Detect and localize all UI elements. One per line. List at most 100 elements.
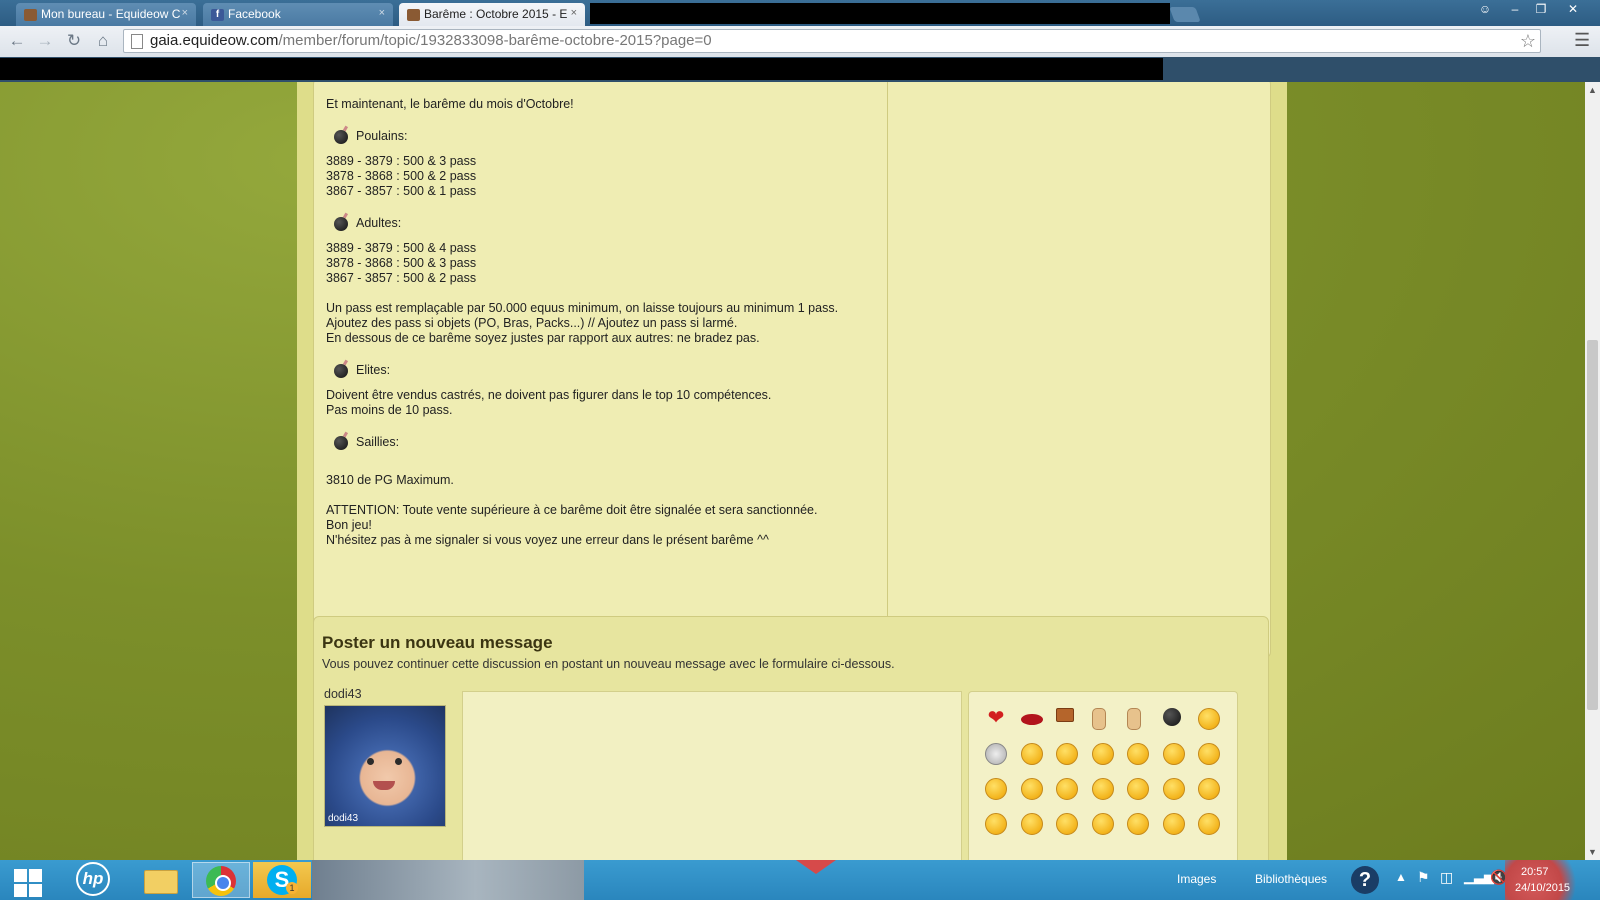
show-hidden-icons-icon[interactable]: ▲ bbox=[1395, 870, 1407, 884]
reply-form: Poster un nouveau message Vous pouvez co… bbox=[313, 616, 1269, 860]
star-icon[interactable]: ☆ bbox=[1520, 30, 1536, 52]
close-tab-icon[interactable]: × bbox=[571, 7, 577, 19]
windows-start-button[interactable] bbox=[6, 862, 46, 898]
restore-button[interactable]: ❐ bbox=[1528, 0, 1554, 18]
new-tab-button[interactable] bbox=[1169, 7, 1201, 22]
home-icon[interactable]: ⌂ bbox=[92, 30, 114, 52]
section-header-saillies: Saillies: bbox=[334, 435, 866, 450]
chrome-icon[interactable] bbox=[192, 862, 250, 898]
close-tab-icon[interactable]: × bbox=[379, 7, 385, 19]
username: dodi43 bbox=[324, 687, 362, 701]
post-body: Et maintenant, le barême du mois d'Octob… bbox=[326, 97, 866, 548]
url-path: /member/forum/topic/1932833098-barême-oc… bbox=[278, 32, 712, 49]
shocked-icon[interactable] bbox=[985, 813, 1007, 835]
mad-icon[interactable] bbox=[1198, 778, 1220, 800]
forward-arrow-icon[interactable]: → bbox=[34, 30, 56, 52]
big-laugh-icon[interactable] bbox=[1162, 813, 1185, 835]
thumbs-up-icon[interactable] bbox=[1091, 708, 1106, 730]
file-explorer-icon[interactable] bbox=[138, 862, 182, 898]
horse-favicon-icon bbox=[407, 9, 420, 21]
collapse-arrow-icon[interactable] bbox=[796, 860, 836, 894]
system-clock[interactable]: 20:57 24/10/2015 bbox=[1505, 860, 1600, 900]
reply-form-title: Poster un nouveau message bbox=[322, 633, 553, 652]
section-title: Elites: bbox=[356, 363, 391, 377]
thinking-icon[interactable] bbox=[1091, 813, 1114, 835]
back-arrow-icon[interactable]: ← bbox=[6, 30, 28, 52]
windows-logo-pane bbox=[29, 869, 42, 882]
action-center-icon[interactable]: ⚑ bbox=[1417, 869, 1430, 886]
hp-app-icon[interactable]: hp bbox=[76, 862, 116, 898]
taskbar-wallpaper-area bbox=[312, 860, 584, 900]
user-profile-icon[interactable]: ☺ bbox=[1472, 0, 1498, 18]
hamburger-menu-icon[interactable]: ☰ bbox=[1574, 30, 1590, 51]
windows-logo-pane bbox=[14, 884, 27, 897]
laugh-icon[interactable] bbox=[1127, 743, 1149, 765]
clock-time: 20:57 bbox=[1521, 866, 1549, 878]
tab-bareme-octobre[interactable]: Barême : Octobre 2015 - E × bbox=[399, 3, 585, 26]
horse-favicon-icon bbox=[24, 9, 37, 21]
scroll-thumb[interactable] bbox=[1587, 340, 1598, 710]
cry-laugh-icon[interactable] bbox=[1127, 813, 1149, 835]
tongue-icon[interactable] bbox=[1198, 743, 1220, 765]
section-title: Poulains: bbox=[356, 129, 408, 143]
device-icon[interactable]: ◫ bbox=[1440, 869, 1453, 886]
reload-icon[interactable]: ↻ bbox=[63, 30, 85, 52]
worried-icon[interactable] bbox=[1162, 778, 1185, 800]
minimize-button[interactable]: – bbox=[1502, 0, 1528, 18]
price-line: 3878 - 3868 : 500 & 2 pass bbox=[326, 169, 477, 183]
thumbs-down-icon[interactable] bbox=[1127, 708, 1141, 730]
bomb-icon bbox=[334, 216, 348, 231]
avatar-caption: dodi43 bbox=[328, 813, 359, 824]
tab-equideow-bureau[interactable]: Mon bureau - Equideow C × bbox=[16, 3, 196, 26]
saillie-line: 3810 de PG Maximum. bbox=[326, 473, 454, 487]
grin-icon[interactable] bbox=[1020, 743, 1043, 765]
confused-icon[interactable] bbox=[1020, 813, 1043, 835]
heart-icon[interactable]: ❤ bbox=[985, 708, 1007, 730]
sick-icon[interactable] bbox=[1198, 813, 1220, 835]
surprised-icon[interactable] bbox=[1127, 778, 1149, 800]
help-icon[interactable]: ? bbox=[1351, 866, 1379, 894]
page-scrollbar[interactable]: ▲ ▼ bbox=[1585, 82, 1600, 860]
avatar[interactable]: dodi43 bbox=[324, 705, 446, 827]
price-line: 3878 - 3868 : 500 & 3 pass bbox=[326, 256, 477, 270]
angry-icon[interactable] bbox=[1020, 778, 1043, 800]
love-eyes-icon[interactable] bbox=[1056, 778, 1078, 800]
bomb-icon bbox=[334, 435, 348, 450]
smirk-icon[interactable] bbox=[1056, 813, 1078, 835]
tab-title: Barême : Octobre 2015 - E bbox=[424, 7, 568, 21]
section-header-adultes: Adultes: bbox=[334, 216, 866, 231]
emoji-panel: ❤ bbox=[968, 691, 1238, 860]
clock-date: 24/10/2015 bbox=[1515, 882, 1571, 894]
close-window-button[interactable]: ✕ bbox=[1560, 0, 1586, 18]
closing-line: N'hésitez pas à me signaler si vous voye… bbox=[326, 533, 769, 547]
tab-facebook[interactable]: f Facebook × bbox=[203, 3, 393, 26]
redacted-area bbox=[0, 58, 1163, 80]
bomb-icon[interactable] bbox=[1162, 708, 1181, 726]
sunglasses-icon[interactable] bbox=[1091, 778, 1114, 800]
page-icon bbox=[131, 34, 143, 49]
windows-logo-pane bbox=[14, 869, 27, 882]
redacted-area bbox=[590, 3, 1170, 24]
post-column-divider bbox=[887, 82, 888, 651]
skull-icon[interactable] bbox=[985, 743, 1007, 765]
wink-icon[interactable] bbox=[1091, 743, 1114, 765]
sad-icon[interactable] bbox=[1056, 743, 1078, 765]
windows-logo-pane bbox=[29, 884, 42, 897]
note-line: Un pass est remplaçable par 50.000 equus… bbox=[326, 301, 839, 315]
close-tab-icon[interactable]: × bbox=[182, 7, 188, 19]
browser-tab-bar: Mon bureau - Equideow C × f Facebook × B… bbox=[0, 0, 1600, 26]
url-input[interactable]: gaia.equideow.com/member/forum/topic/193… bbox=[123, 29, 1541, 53]
facebook-favicon-icon: f bbox=[211, 9, 224, 21]
message-textarea[interactable] bbox=[462, 691, 962, 860]
lol-sign-icon[interactable] bbox=[1056, 708, 1074, 722]
section-title: Saillies: bbox=[356, 435, 400, 449]
images-toolbar-label[interactable]: Images bbox=[1177, 872, 1216, 886]
lips-icon[interactable] bbox=[1020, 714, 1043, 725]
happy-icon[interactable] bbox=[1162, 743, 1185, 765]
libraries-toolbar-label[interactable]: Bibliothèques bbox=[1255, 872, 1327, 886]
scroll-up-icon[interactable]: ▲ bbox=[1588, 85, 1597, 95]
nerd-icon[interactable] bbox=[985, 778, 1007, 800]
scroll-down-icon[interactable]: ▼ bbox=[1588, 847, 1597, 857]
skype-icon[interactable]: S 1 bbox=[253, 862, 311, 898]
smiley-icon[interactable] bbox=[1198, 708, 1220, 730]
